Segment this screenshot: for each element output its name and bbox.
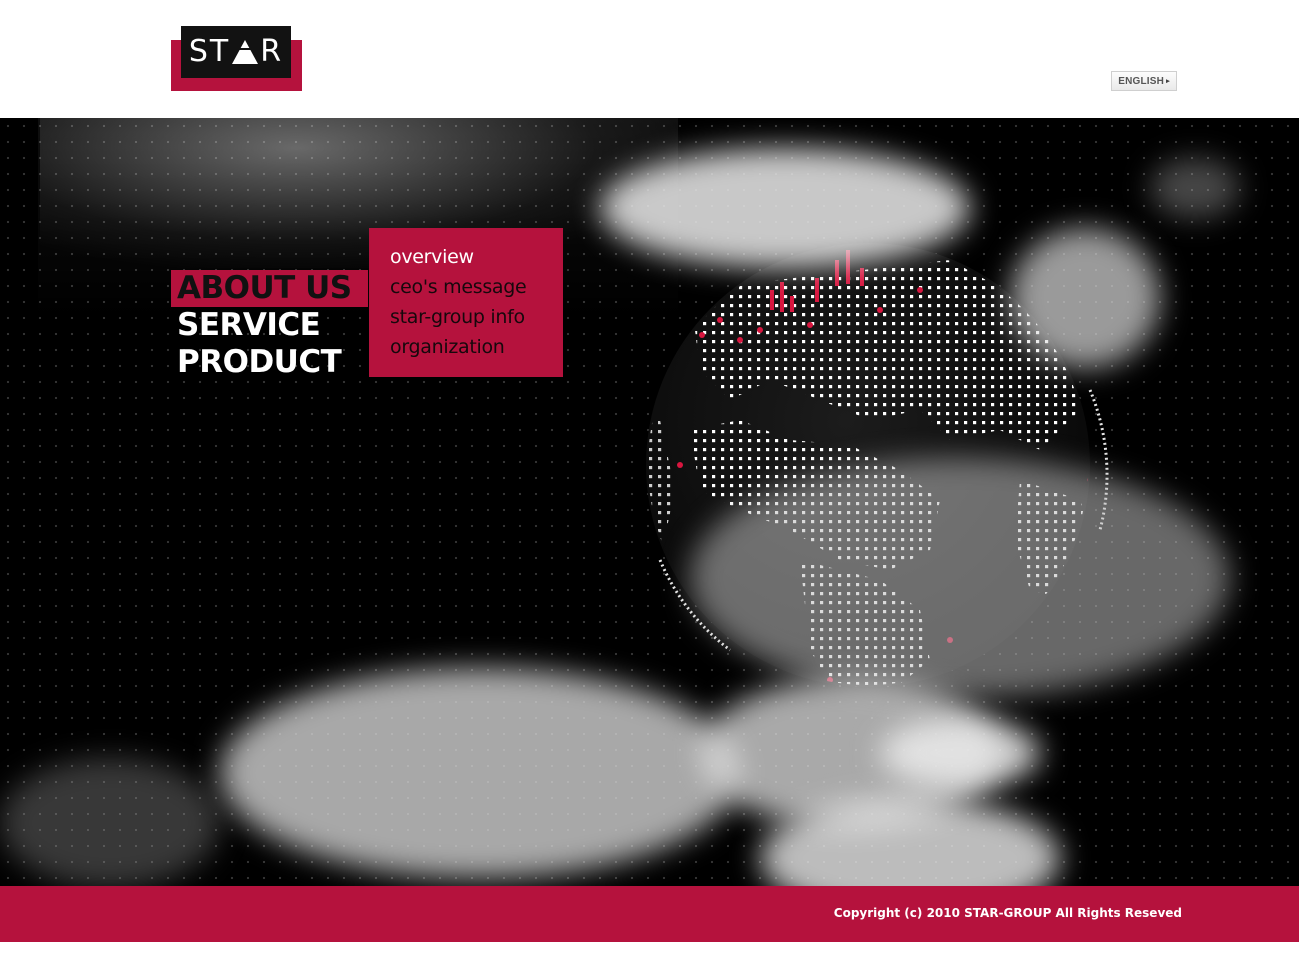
logo-triangle-icon xyxy=(232,40,259,64)
cloud xyxy=(220,668,740,878)
submenu-star-group-info[interactable]: star-group info xyxy=(390,302,563,332)
logo-black-plate: ST R xyxy=(181,26,291,78)
language-label: ENGLISH xyxy=(1118,75,1165,87)
nav-service[interactable]: SERVICE xyxy=(171,307,368,344)
about-us-submenu: overview ceo's message star-group info o… xyxy=(369,228,563,377)
submenu-organization[interactable]: organization xyxy=(390,332,563,362)
spotlight xyxy=(40,118,680,268)
cloud xyxy=(690,458,1230,698)
chevron-right-icon: ▸ xyxy=(1166,78,1170,85)
main-navigation: ABOUT US SERVICE PRODUCT xyxy=(171,270,368,381)
logo-text-left: ST xyxy=(188,34,231,69)
submenu-overview[interactable]: overview xyxy=(390,242,563,272)
cloud xyxy=(1010,228,1160,368)
cloud xyxy=(600,148,970,268)
nav-product[interactable]: PRODUCT xyxy=(171,344,368,381)
cloud xyxy=(880,718,1040,788)
cloud xyxy=(0,758,220,886)
cloud xyxy=(1150,158,1240,218)
copyright-text: Copyright (c) 2010 STAR-GROUP All Rights… xyxy=(833,906,1182,920)
logo-text-right: R xyxy=(260,34,284,69)
submenu-ceos-message[interactable]: ceo's message xyxy=(390,272,563,302)
nav-about-us[interactable]: ABOUT US xyxy=(171,270,368,307)
language-button[interactable]: ENGLISH ▸ xyxy=(1111,71,1177,91)
star-logo[interactable]: ST R xyxy=(171,26,302,91)
hero-section xyxy=(0,118,1299,886)
site-header: ST R ENGLISH ▸ xyxy=(0,0,1299,118)
site-footer: Copyright (c) 2010 STAR-GROUP All Rights… xyxy=(0,886,1299,942)
